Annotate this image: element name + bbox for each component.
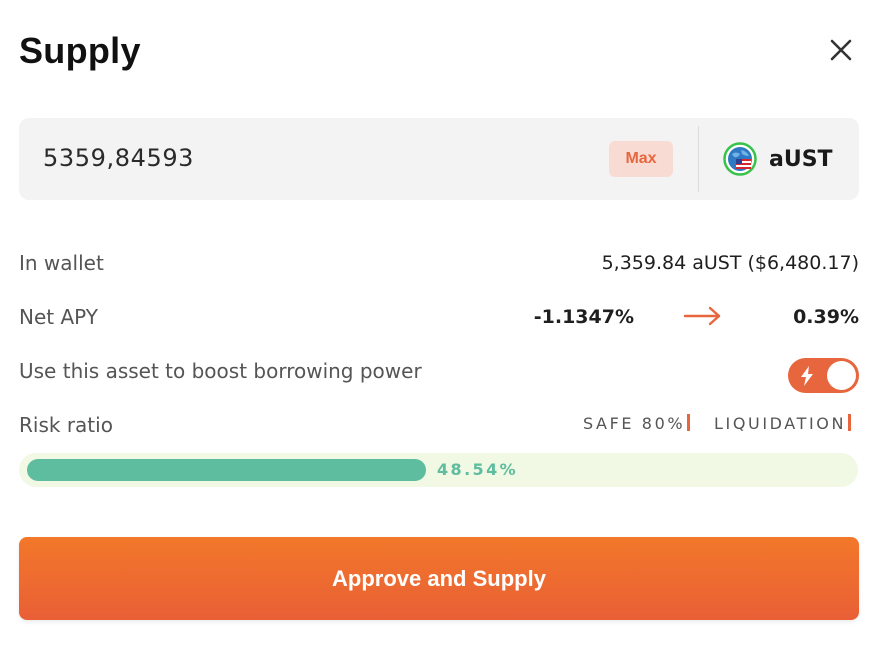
toggle-knob bbox=[827, 361, 856, 390]
collateral-label: Use this asset to boost borrowing power bbox=[19, 359, 422, 383]
token-selector[interactable]: aUST bbox=[723, 142, 833, 176]
input-divider bbox=[698, 126, 699, 192]
arrow-right-icon bbox=[683, 306, 721, 326]
safe-marker: SAFE 80% bbox=[583, 414, 691, 433]
risk-value: 48.54% bbox=[437, 460, 519, 479]
token-symbol: aUST bbox=[769, 146, 833, 172]
collateral-toggle[interactable] bbox=[788, 358, 859, 393]
risk-bar: 48.54% bbox=[19, 453, 858, 487]
safe-tick bbox=[687, 414, 691, 431]
net-apy-to: 0.39% bbox=[793, 306, 859, 328]
amount-input[interactable] bbox=[43, 144, 563, 172]
risk-ratio-label: Risk ratio bbox=[19, 413, 113, 437]
net-apy-label: Net APY bbox=[19, 305, 98, 329]
lightning-icon bbox=[801, 366, 813, 386]
globe-flag-icon bbox=[723, 142, 757, 176]
liquidation-label: LIQUIDATION bbox=[714, 414, 847, 433]
close-button[interactable] bbox=[826, 35, 856, 65]
net-apy-from: -1.1347% bbox=[533, 306, 634, 328]
safe-label: SAFE 80% bbox=[583, 414, 686, 433]
wallet-value: 5,359.84 aUST ($6,480.17) bbox=[601, 252, 859, 274]
amount-input-box: Max aUST bbox=[19, 118, 859, 200]
close-icon bbox=[830, 39, 852, 61]
dialog-title: Supply bbox=[19, 30, 141, 71]
approve-supply-button[interactable]: Approve and Supply bbox=[19, 537, 859, 620]
wallet-label: In wallet bbox=[19, 251, 104, 275]
max-button[interactable]: Max bbox=[609, 141, 673, 177]
liquidation-marker: LIQUIDATION bbox=[714, 414, 852, 433]
liquidation-tick bbox=[848, 414, 852, 431]
risk-bar-fill bbox=[27, 459, 426, 481]
